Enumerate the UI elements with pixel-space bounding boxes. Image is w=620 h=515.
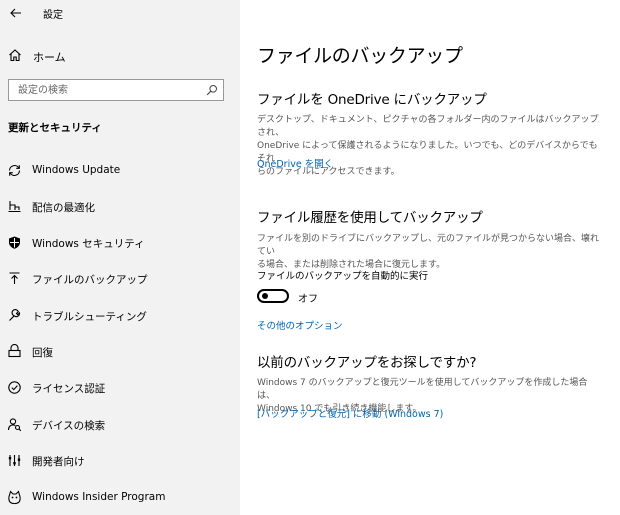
sidebar-item-windows-update[interactable]: Windows Update <box>0 157 240 185</box>
file-history-desc-line: ファイルを別のドライブにバックアップし、元のファイルが見つからない場合、壊れてい <box>257 234 600 257</box>
older-backup-heading: 以前のバックアップをお探しですか? <box>257 355 477 371</box>
auto-backup-toggle[interactable] <box>257 289 289 303</box>
home-link[interactable]: ホーム <box>0 44 240 68</box>
check-circle-icon <box>8 381 21 394</box>
backup-arrow-icon <box>9 272 20 284</box>
open-onedrive-link[interactable]: OneDrive を開く <box>257 156 333 170</box>
search-box[interactable] <box>8 79 224 101</box>
sidebar-item-label: 配信の最適化 <box>32 202 95 214</box>
sidebar-item-file-backup[interactable]: ファイルのバックアップ <box>0 265 240 293</box>
search-icon[interactable] <box>206 84 218 96</box>
file-history-description: ファイルを別のドライブにバックアップし、元のファイルが見つからない場合、壊れてい… <box>257 233 602 272</box>
home-label: ホーム <box>33 51 66 64</box>
sidebar-item-label: Windows Update <box>32 164 121 176</box>
sidebar-item-activation[interactable]: ライセンス認証 <box>0 374 240 402</box>
sidebar-item-label: 回復 <box>32 347 53 359</box>
title-bar: 設定 <box>0 0 240 26</box>
page-title: ファイルのバックアップ <box>257 45 463 67</box>
sidebar-item-label: トラブルシューティング <box>32 311 147 323</box>
developer-icon <box>8 455 21 466</box>
sidebar-item-label: ファイルのバックアップ <box>32 274 148 286</box>
app-title: 設定 <box>43 10 63 21</box>
backup-restore-link[interactable]: [バックアップと復元] に移動 (Windows 7) <box>257 406 443 420</box>
sidebar-item-label: Windows Insider Program <box>32 491 166 503</box>
toggle-knob <box>262 293 268 299</box>
sidebar-item-label: デバイスの検索 <box>32 420 106 432</box>
auto-backup-label: ファイルのバックアップを自動的に実行 <box>257 271 429 282</box>
sidebar-item-delivery-optimization[interactable]: 配信の最適化 <box>0 193 240 221</box>
search-input[interactable] <box>9 80 208 100</box>
home-icon <box>9 49 21 62</box>
sidebar-item-find-device[interactable]: デバイスの検索 <box>0 411 240 439</box>
shield-icon <box>9 236 20 249</box>
onedrive-heading: ファイルを OneDrive にバックアップ <box>257 92 487 108</box>
sidebar: 設定 ホーム 更新とセキュリティ Windows Update 配信の最適化 <box>0 0 240 515</box>
sidebar-item-developers[interactable]: 開発者向け <box>0 447 240 475</box>
recovery-icon <box>8 344 21 358</box>
sidebar-item-recovery[interactable]: 回復 <box>0 338 240 366</box>
more-options-link[interactable]: その他のオプション <box>257 318 343 332</box>
sidebar-item-troubleshoot[interactable]: トラブルシューティング <box>0 302 240 330</box>
sync-icon <box>8 165 21 176</box>
person-search-icon <box>7 418 22 432</box>
sidebar-item-insider[interactable]: Windows Insider Program <box>0 484 240 512</box>
delivery-optimization-icon <box>8 201 21 213</box>
sidebar-item-label: ライセンス認証 <box>32 383 106 395</box>
section-heading: 更新とセキュリティ <box>8 122 102 134</box>
back-arrow-icon[interactable] <box>9 6 23 20</box>
sidebar-item-windows-security[interactable]: Windows セキュリティ <box>0 229 240 257</box>
onedrive-desc-line: デスクトップ、ドキュメント、ピクチャの各フォルダー内のファイルはバックアップされ… <box>257 115 599 138</box>
insider-cat-icon <box>8 490 21 505</box>
file-history-heading: ファイル履歴を使用してバックアップ <box>257 210 483 226</box>
main-content: ファイルのバックアップ ファイルを OneDrive にバックアップ デスクトッ… <box>240 0 620 515</box>
sidebar-item-label: Windows セキュリティ <box>32 238 145 250</box>
older-backup-desc-line: Windows 7 のバックアップと復元ツールを使用してバックアップを作成した場… <box>257 378 588 401</box>
toggle-state-label: オフ <box>298 294 318 305</box>
sidebar-item-label: 開発者向け <box>32 456 85 468</box>
wrench-icon <box>9 309 21 321</box>
